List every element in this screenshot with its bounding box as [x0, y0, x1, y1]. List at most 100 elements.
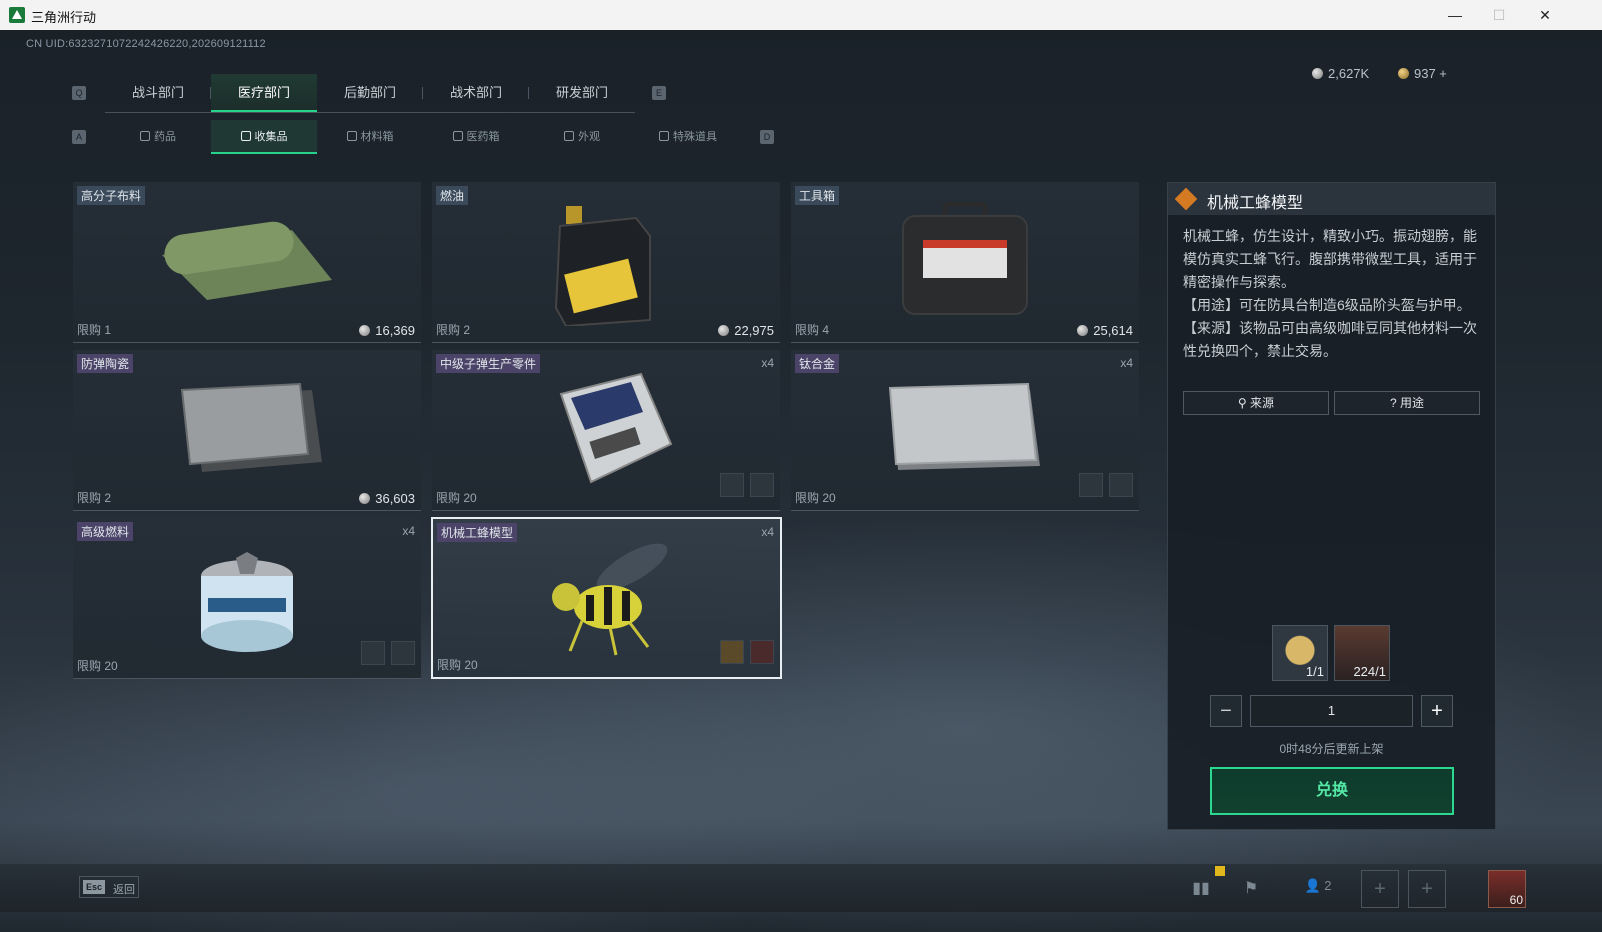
usage-text: 【用途】可在防具台制造6级品阶头盔与护甲。	[1183, 297, 1471, 313]
toolbox-image	[902, 202, 1028, 315]
special-item-icon	[659, 131, 669, 141]
subtab-collectibles[interactable]: 收集品	[211, 120, 317, 154]
minimize-button[interactable]: —	[1432, 0, 1478, 30]
quantity-input[interactable]: 1	[1250, 695, 1413, 727]
flag-icon[interactable]: ⚑	[1240, 878, 1262, 898]
subtab-label: 材料箱	[360, 131, 394, 143]
material-icon	[391, 641, 415, 665]
item-card-ammo-parts[interactable]: 中级子弹生产零件 x4 限购 20	[432, 350, 780, 511]
source-button[interactable]: ⚲ 来源	[1183, 391, 1329, 415]
item-name: 防弹陶瓷	[77, 354, 134, 373]
detail-title: 机械工蜂模型	[1207, 195, 1304, 212]
tab-label: 医疗部门	[237, 85, 290, 100]
purchase-limit: 限购 20	[77, 659, 118, 673]
window-title: 三角洲行动	[31, 10, 97, 25]
key-hint-next-subtab: D	[760, 130, 774, 144]
subtab-medkit[interactable]: 医药箱	[423, 120, 529, 154]
price-value: 25,614	[1093, 323, 1133, 338]
item-card-polymer-fabric[interactable]: 高分子布料 限购 1 16,369	[73, 182, 421, 343]
player-avatar[interactable]: 60	[1488, 870, 1526, 908]
price-value: 22,975	[734, 323, 774, 338]
silver-coin-icon	[1077, 325, 1089, 336]
required-materials	[1073, 473, 1133, 502]
tab-research[interactable]: 研发部门	[529, 74, 635, 112]
player-level: 60	[1509, 893, 1523, 907]
oil-jug-image	[554, 206, 651, 326]
window-title-bar: 三角洲行动 — ☐ ✕	[0, 0, 1602, 30]
ceramic-plate-image	[180, 382, 322, 472]
back-button[interactable]: Esc 返回	[79, 876, 139, 898]
esc-key-hint: Esc	[83, 880, 105, 894]
tab-label: 战斗部门	[131, 85, 184, 100]
button-label: 用途	[1400, 396, 1425, 410]
team-slot-empty[interactable]: +	[1408, 870, 1446, 908]
price-value: 36,603	[375, 491, 415, 506]
required-materials	[714, 640, 774, 669]
item-name: 钛合金	[795, 354, 840, 373]
item-card-mechanical-bee[interactable]: 机械工蜂模型 x4 限购 20	[431, 517, 782, 679]
item-name: 高分子布料	[77, 186, 146, 205]
pill-icon	[140, 131, 150, 141]
material-requirement[interactable]: 224/1	[1334, 625, 1390, 681]
tab-medical[interactable]: 医疗部门	[211, 74, 317, 112]
quantity-multiplier: x4	[402, 524, 415, 538]
silver-coin-icon	[1312, 68, 1323, 79]
purchase-limit: 限购 20	[436, 491, 477, 505]
item-card-toolbox[interactable]: 工具箱 限购 4 25,614	[791, 182, 1139, 343]
item-name: 工具箱	[795, 186, 840, 205]
usage-button[interactable]: ? 用途	[1334, 391, 1480, 415]
tab-logistics[interactable]: 后勤部门	[317, 74, 423, 112]
item-card-ceramic-plate[interactable]: 防弹陶瓷 限购 2 36,603	[73, 350, 421, 511]
team-slot-empty[interactable]: +	[1361, 870, 1399, 908]
subtab-material-box[interactable]: 材料箱	[317, 120, 423, 154]
material-icon	[750, 640, 774, 664]
item-rarity-icon	[1174, 187, 1198, 211]
purchase-limit: 限购 1	[77, 323, 112, 337]
subtab-label: 外观	[578, 131, 600, 143]
decrease-quantity-button[interactable]: −	[1210, 695, 1242, 727]
notification-badge	[1215, 866, 1225, 876]
gold-currency[interactable]: 937 +	[1398, 66, 1447, 81]
titanium-sheet-image	[888, 382, 1040, 470]
fabric-roll-image	[162, 221, 332, 300]
subtab-special-items[interactable]: 特殊道具	[635, 120, 741, 154]
silver-coin-icon	[718, 325, 730, 336]
requirement-count: 224/1	[1353, 664, 1386, 679]
friends-icon[interactable]: 👤 2	[1298, 878, 1338, 898]
maximize-button[interactable]: ☐	[1476, 0, 1522, 30]
gold-coin-icon	[1398, 68, 1409, 79]
material-icon	[361, 641, 385, 665]
item-card-fuel[interactable]: 燃油 限购 2 22,975	[432, 182, 780, 343]
coffee-bean-requirement[interactable]: 1/1	[1272, 625, 1328, 681]
category-subtabs: 药品 收集品 材料箱 医药箱 外观 特殊道具	[105, 120, 745, 154]
stats-icon[interactable]: ▮▮	[1190, 878, 1212, 898]
quantity-multiplier: x4	[1120, 356, 1133, 370]
exchange-button[interactable]: 兑换	[1210, 767, 1454, 815]
question-icon: ?	[1389, 396, 1400, 410]
button-label: 来源	[1250, 396, 1275, 410]
subtab-label: 医药箱	[466, 131, 500, 143]
subtab-appearance[interactable]: 外观	[529, 120, 635, 154]
item-card-advanced-fuel[interactable]: 高级燃料 x4 限购 20	[73, 518, 421, 679]
restock-timer: 0时48分后更新上架	[1279, 742, 1384, 756]
app-icon	[9, 7, 25, 23]
item-card-titanium-alloy[interactable]: 钛合金 x4 限购 20	[791, 350, 1139, 511]
fuel-can-image	[201, 552, 293, 652]
coffee-bean-icon	[720, 640, 744, 664]
item-detail-panel: 机械工蜂模型 机械工蜂，仿生设计，精致小巧。振动翅膀，能模仿真实工蜂飞行。腹部携…	[1167, 182, 1496, 830]
silver-amount: 2,627K	[1328, 66, 1370, 81]
tab-tactical[interactable]: 战术部门	[423, 74, 529, 112]
subtab-medicine[interactable]: 药品	[105, 120, 211, 154]
description-text: 机械工蜂，仿生设计，精致小巧。振动翅膀，能模仿真实工蜂飞行。腹部携带微型工具，适…	[1183, 228, 1477, 290]
quantity-multiplier: x4	[761, 525, 774, 539]
increase-quantity-button[interactable]: +	[1421, 695, 1453, 727]
silver-coin-icon	[359, 493, 371, 504]
silver-currency: 2,627K	[1312, 66, 1369, 81]
close-button[interactable]: ✕	[1522, 0, 1568, 30]
item-name: 机械工蜂模型	[437, 523, 518, 542]
ammo-parts-kit-image	[559, 372, 673, 484]
tab-combat[interactable]: 战斗部门	[105, 74, 211, 112]
back-label: 返回	[113, 884, 135, 896]
purchase-limit: 限购 2	[77, 491, 112, 505]
material-icon	[1109, 473, 1133, 497]
